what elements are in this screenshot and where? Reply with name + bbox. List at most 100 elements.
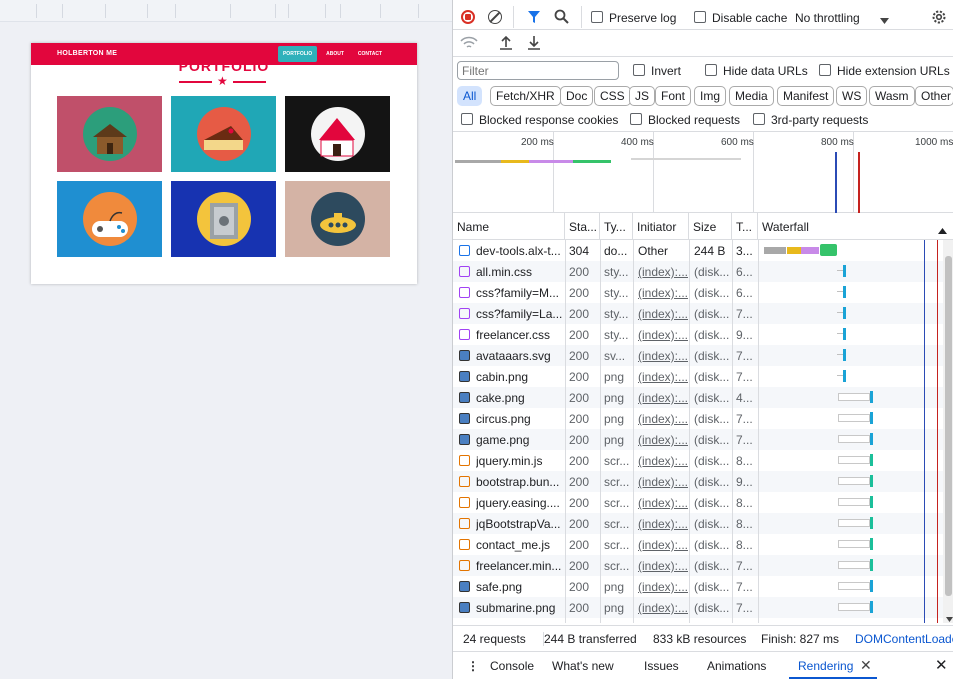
col-name[interactable]: Name xyxy=(453,213,565,240)
throttling-select[interactable]: No throttling xyxy=(795,11,860,25)
record-icon[interactable] xyxy=(461,10,475,24)
site-brand[interactable]: HOLBERTON ME xyxy=(57,50,117,57)
drawer-tab-issues[interactable]: Issues xyxy=(644,659,679,673)
chevron-down-icon[interactable] xyxy=(880,13,889,27)
portfolio-tile-circus[interactable] xyxy=(285,96,390,172)
chip-media[interactable]: Media xyxy=(729,86,774,106)
cell-initiator[interactable]: (index):... xyxy=(638,454,688,468)
nav-link-about[interactable]: ABOUT xyxy=(321,46,349,62)
col-size[interactable]: Size xyxy=(689,213,732,240)
search-icon[interactable] xyxy=(554,9,569,27)
table-row[interactable]: jqBootstrapVa... 200 scr... (index):... (dis… xyxy=(453,513,943,534)
table-row[interactable]: css?family=M... 200 sty... (index):... (disk… xyxy=(453,282,943,303)
timeline-overview[interactable]: 200 ms 400 ms 600 ms 800 ms 1000 ms xyxy=(453,131,953,214)
drawer-tab-console[interactable]: Console xyxy=(490,659,534,673)
cell-initiator[interactable]: (index):... xyxy=(638,601,688,615)
cell-initiator[interactable]: (index):... xyxy=(638,391,688,405)
table-row[interactable]: circus.png 200 png (index):... (disk... 7... xyxy=(453,408,943,429)
cell-initiator[interactable]: (index):... xyxy=(638,328,688,342)
table-row[interactable]: contact_me.js 200 scr... (index):... (disk..… xyxy=(453,534,943,555)
table-row[interactable]: jquery.easing.... 200 scr... (index):... (di… xyxy=(453,492,943,513)
clear-icon[interactable] xyxy=(488,10,502,24)
table-row[interactable]: submarine.png 200 png (index):... (disk... 7.… xyxy=(453,597,943,618)
disable-cache-checkbox[interactable] xyxy=(694,11,706,23)
table-row[interactable]: cake.png 200 png (index):... (disk... 4... xyxy=(453,387,943,408)
hide-data-urls-checkbox[interactable] xyxy=(705,64,717,76)
close-tab-icon[interactable]: ✕ xyxy=(860,657,872,674)
col-type[interactable]: Ty... xyxy=(600,213,633,240)
cell-initiator[interactable]: (index):... xyxy=(638,496,688,510)
hide-extension-urls-checkbox[interactable] xyxy=(819,64,831,76)
more-tabs-icon[interactable]: ⋮ xyxy=(467,659,479,673)
drawer-tab-animations[interactable]: Animations xyxy=(707,659,766,673)
table-row[interactable]: game.png 200 png (index):... (disk... 7... xyxy=(453,429,943,450)
chip-css[interactable]: CSS xyxy=(594,86,631,106)
table-row[interactable]: cabin.png 200 png (index):... (disk... 7... xyxy=(453,366,943,387)
scroll-down-icon[interactable] xyxy=(946,611,953,625)
chip-img[interactable]: Img xyxy=(694,86,727,106)
chip-fetch-xhr[interactable]: Fetch/XHR xyxy=(490,86,561,106)
table-row[interactable]: css?family=La... 200 sty... (index):... (dis… xyxy=(453,303,943,324)
cell-initiator[interactable]: (index):... xyxy=(638,349,688,363)
table-row[interactable]: freelancer.css 200 sty... (index):... (disk.… xyxy=(453,324,943,345)
cell-initiator[interactable]: (index):... xyxy=(638,433,688,447)
chip-manifest[interactable]: Manifest xyxy=(777,86,835,106)
table-scrollbar[interactable] xyxy=(943,240,953,623)
table-row[interactable]: freelancer.min... 200 scr... (index):... (di… xyxy=(453,555,943,576)
cell-initiator[interactable]: (index):... xyxy=(638,538,688,552)
portfolio-tile-game[interactable] xyxy=(57,181,162,257)
close-drawer-icon[interactable]: ✕ xyxy=(935,656,948,674)
preserve-log-checkbox[interactable] xyxy=(591,11,603,23)
table-row[interactable]: safe.png 200 png (index):... (disk... 7... xyxy=(453,576,943,597)
blocked-requests-checkbox[interactable] xyxy=(630,113,642,125)
cell-type: sty... xyxy=(604,328,629,342)
portfolio-tile-submarine[interactable] xyxy=(285,181,390,257)
overview-bar-ssl xyxy=(529,160,573,163)
nav-link-portfolio[interactable]: PORTFOLIO xyxy=(277,46,318,62)
chip-js[interactable]: JS xyxy=(629,86,656,106)
cell-initiator[interactable]: (index):... xyxy=(638,370,688,384)
blocked-cookies-checkbox[interactable] xyxy=(461,113,473,125)
cell-time: 7... xyxy=(736,412,753,426)
drawer-tab-whats-new[interactable]: What's new xyxy=(552,659,614,673)
cell-initiator[interactable]: (index):... xyxy=(638,286,688,300)
third-party-checkbox[interactable] xyxy=(753,113,765,125)
table-row[interactable]: bootstrap.bun... 200 scr... (index):... (dis… xyxy=(453,471,943,492)
table-row[interactable]: avataaars.svg 200 sv... (index):... (disk...… xyxy=(453,345,943,366)
col-initiator[interactable]: Initiator xyxy=(633,213,689,240)
network-conditions-icon[interactable] xyxy=(460,36,478,53)
cell-initiator[interactable]: (index):... xyxy=(638,475,688,489)
filter-funnel-icon[interactable] xyxy=(527,10,541,27)
cell-initiator[interactable]: (index):... xyxy=(638,265,688,279)
cell-initiator[interactable]: (index):... xyxy=(638,412,688,426)
cell-initiator[interactable]: (index):... xyxy=(638,559,688,573)
cell-initiator[interactable]: (index):... xyxy=(638,517,688,531)
col-status[interactable]: Sta... xyxy=(565,213,600,240)
table-row[interactable]: jquery.min.js 200 scr... (index):... (disk..… xyxy=(453,450,943,471)
drawer-tab-rendering[interactable]: Rendering xyxy=(798,659,853,673)
cell-initiator[interactable]: (index):... xyxy=(638,307,688,321)
nav-link-contact[interactable]: CONTACT xyxy=(353,46,387,62)
chip-other[interactable]: Other xyxy=(915,86,953,106)
portfolio-tile-safe[interactable] xyxy=(171,181,276,257)
chip-all[interactable]: All xyxy=(457,86,483,106)
gear-icon[interactable] xyxy=(931,9,947,28)
chip-font[interactable]: Font xyxy=(655,86,692,106)
table-row[interactable]: dev-tools.alx-t... 304 do... Other 244 B 3... xyxy=(453,240,943,261)
portfolio-tile-cabin[interactable] xyxy=(57,96,162,172)
import-har-icon[interactable] xyxy=(499,35,513,53)
chip-ws[interactable]: WS xyxy=(836,86,868,106)
cell-name: cabin.png xyxy=(476,370,529,384)
col-time[interactable]: T... xyxy=(732,213,758,240)
sort-arrow-icon[interactable] xyxy=(938,223,947,237)
invert-checkbox[interactable] xyxy=(633,64,645,76)
chip-doc[interactable]: Doc xyxy=(560,86,594,106)
export-har-icon[interactable] xyxy=(527,35,541,53)
chip-wasm[interactable]: Wasm xyxy=(869,86,915,106)
portfolio-tile-cake[interactable] xyxy=(171,96,276,172)
cell-size: (disk... xyxy=(694,580,730,594)
cell-initiator[interactable]: (index):... xyxy=(638,580,688,594)
col-waterfall[interactable]: Waterfall xyxy=(758,213,953,240)
table-row[interactable]: all.min.css 200 sty... (index):... (disk... 6… xyxy=(453,261,943,282)
filter-input[interactable] xyxy=(457,61,619,80)
